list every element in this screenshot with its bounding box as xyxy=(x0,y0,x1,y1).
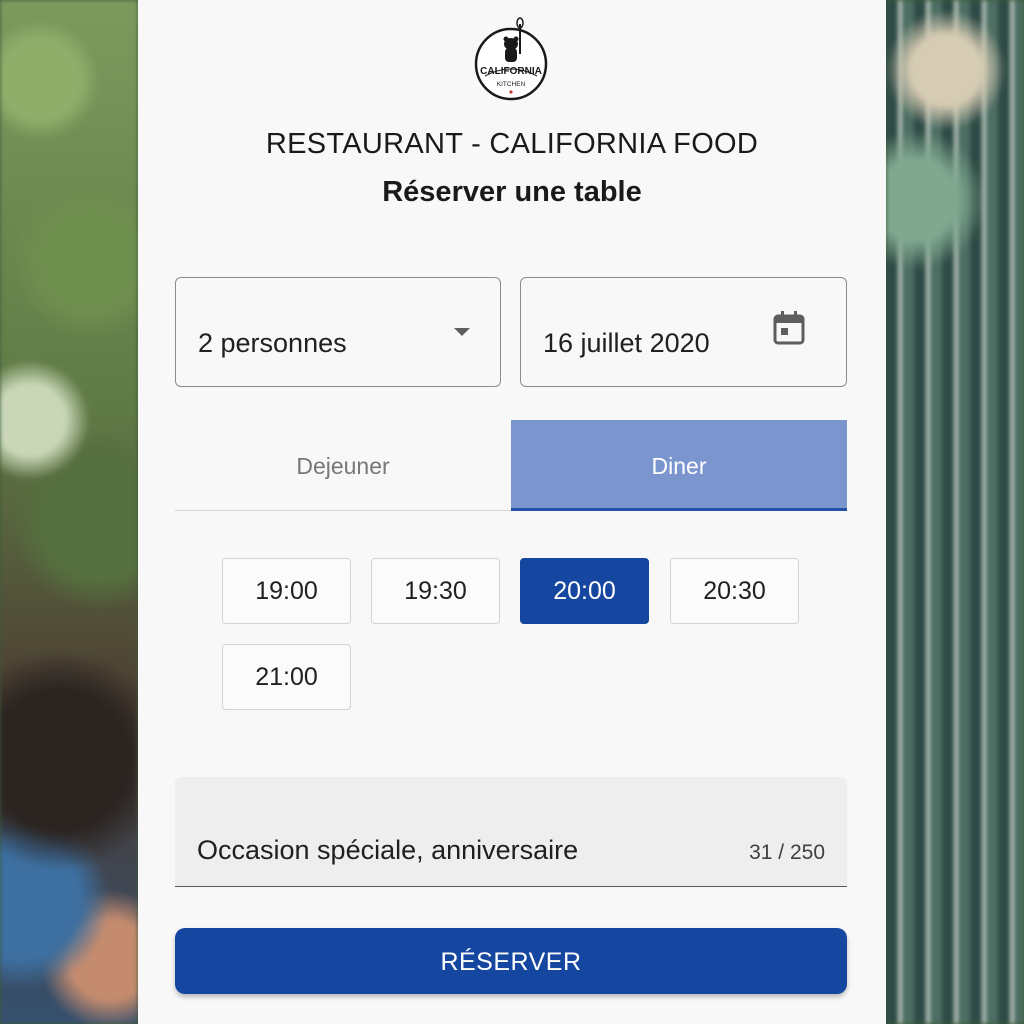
bear-logo-icon: CALIFORNIA KITCHEN xyxy=(474,17,548,101)
logo-text-california: CALIFORNIA xyxy=(480,66,542,77)
logo-text-kitchen: KITCHEN xyxy=(497,81,526,88)
date-picker-field[interactable]: 16 juillet 2020 xyxy=(520,277,847,387)
calendar-icon[interactable] xyxy=(772,310,806,346)
reserve-button[interactable]: RÉSERVER xyxy=(175,928,847,994)
time-slot-button[interactable]: 19:30 xyxy=(371,558,500,624)
party-size-value: 2 personnes xyxy=(198,328,347,358)
party-size-select[interactable]: 2 personnes xyxy=(175,277,501,387)
booking-card: CALIFORNIA KITCHEN RESTAURANT - CALIFORN… xyxy=(138,0,886,1024)
tab-dinner[interactable]: Diner xyxy=(511,420,847,511)
time-slot-button[interactable]: 19:00 xyxy=(222,558,351,624)
date-value: 16 juillet 2020 xyxy=(543,328,710,358)
tab-lunch[interactable]: Dejeuner xyxy=(175,420,511,508)
time-slot-button-selected[interactable]: 20:00 xyxy=(520,558,649,624)
special-request-textarea[interactable]: Occasion spéciale, anniversaire 31 / 250 xyxy=(175,777,847,887)
background-photo-right xyxy=(886,0,1024,1024)
chevron-down-icon xyxy=(454,328,470,336)
character-counter: 31 / 250 xyxy=(749,841,825,864)
page-title: Réserver une table xyxy=(382,176,642,208)
special-request-value: Occasion spéciale, anniversaire xyxy=(197,835,579,865)
restaurant-title: RESTAURANT - CALIFORNIA FOOD xyxy=(265,128,759,160)
service-tabs: Dejeuner Diner xyxy=(175,420,847,511)
time-slot-button[interactable]: 20:30 xyxy=(670,558,799,624)
time-slot-button[interactable]: 21:00 xyxy=(222,644,351,710)
background-photo-left xyxy=(0,0,138,1024)
